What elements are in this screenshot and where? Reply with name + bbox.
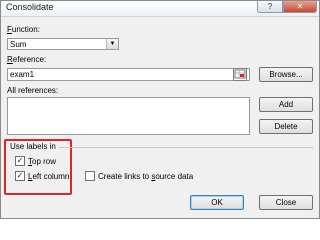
all-references-label: All references: [7, 86, 59, 95]
delete-button[interactable]: Delete [259, 119, 313, 134]
title-close-button[interactable]: ✕ [283, 1, 317, 13]
collapse-dialog-icon[interactable] [233, 68, 247, 81]
use-labels-title: Use labels in [10, 142, 56, 151]
range-select-icon [234, 69, 246, 79]
function-label-rest: unction: [11, 25, 40, 34]
add-button[interactable]: Add [259, 97, 313, 112]
top-row-label[interactable]: Top row [28, 157, 56, 166]
left-column-label[interactable]: Left column [28, 172, 69, 181]
chevron-down-icon[interactable]: ▼ [106, 39, 118, 49]
group-divider [59, 147, 313, 148]
top-row-checkbox[interactable]: ✓ [15, 156, 25, 166]
reference-label: Reference: [7, 55, 46, 64]
dialog-title: Consolidate [6, 2, 54, 12]
title-bar: Consolidate ? ✕ [1, 1, 319, 17]
consolidate-dialog: Consolidate ? ✕ Function: Sum ▼ Referenc… [0, 0, 320, 219]
top-row-rest: op row [32, 157, 57, 166]
browse-button[interactable]: Browse... [259, 67, 313, 82]
all-references-list[interactable] [7, 97, 250, 135]
create-links-pre: Create links to [98, 172, 152, 181]
close-icon: ✕ [296, 2, 304, 11]
left-column-checkbox[interactable]: ✓ [15, 171, 25, 181]
help-button[interactable]: ? [257, 1, 283, 13]
create-links-label[interactable]: Create links to source data [98, 172, 193, 181]
reference-value: exam1 [10, 70, 35, 79]
left-column-rest: eft column [32, 172, 70, 181]
close-button[interactable]: Close [259, 195, 313, 210]
reference-input[interactable]: exam1 [7, 68, 250, 81]
create-links-checkbox[interactable] [85, 171, 95, 181]
create-links-post: ource data [155, 172, 194, 181]
function-select[interactable]: Sum ▼ [7, 38, 119, 50]
help-icon: ? [267, 2, 273, 11]
function-label: Function: [7, 25, 40, 34]
function-selected-value: Sum [10, 40, 27, 49]
ok-button[interactable]: OK [190, 195, 244, 210]
reference-label-rest: eference: [12, 55, 47, 64]
